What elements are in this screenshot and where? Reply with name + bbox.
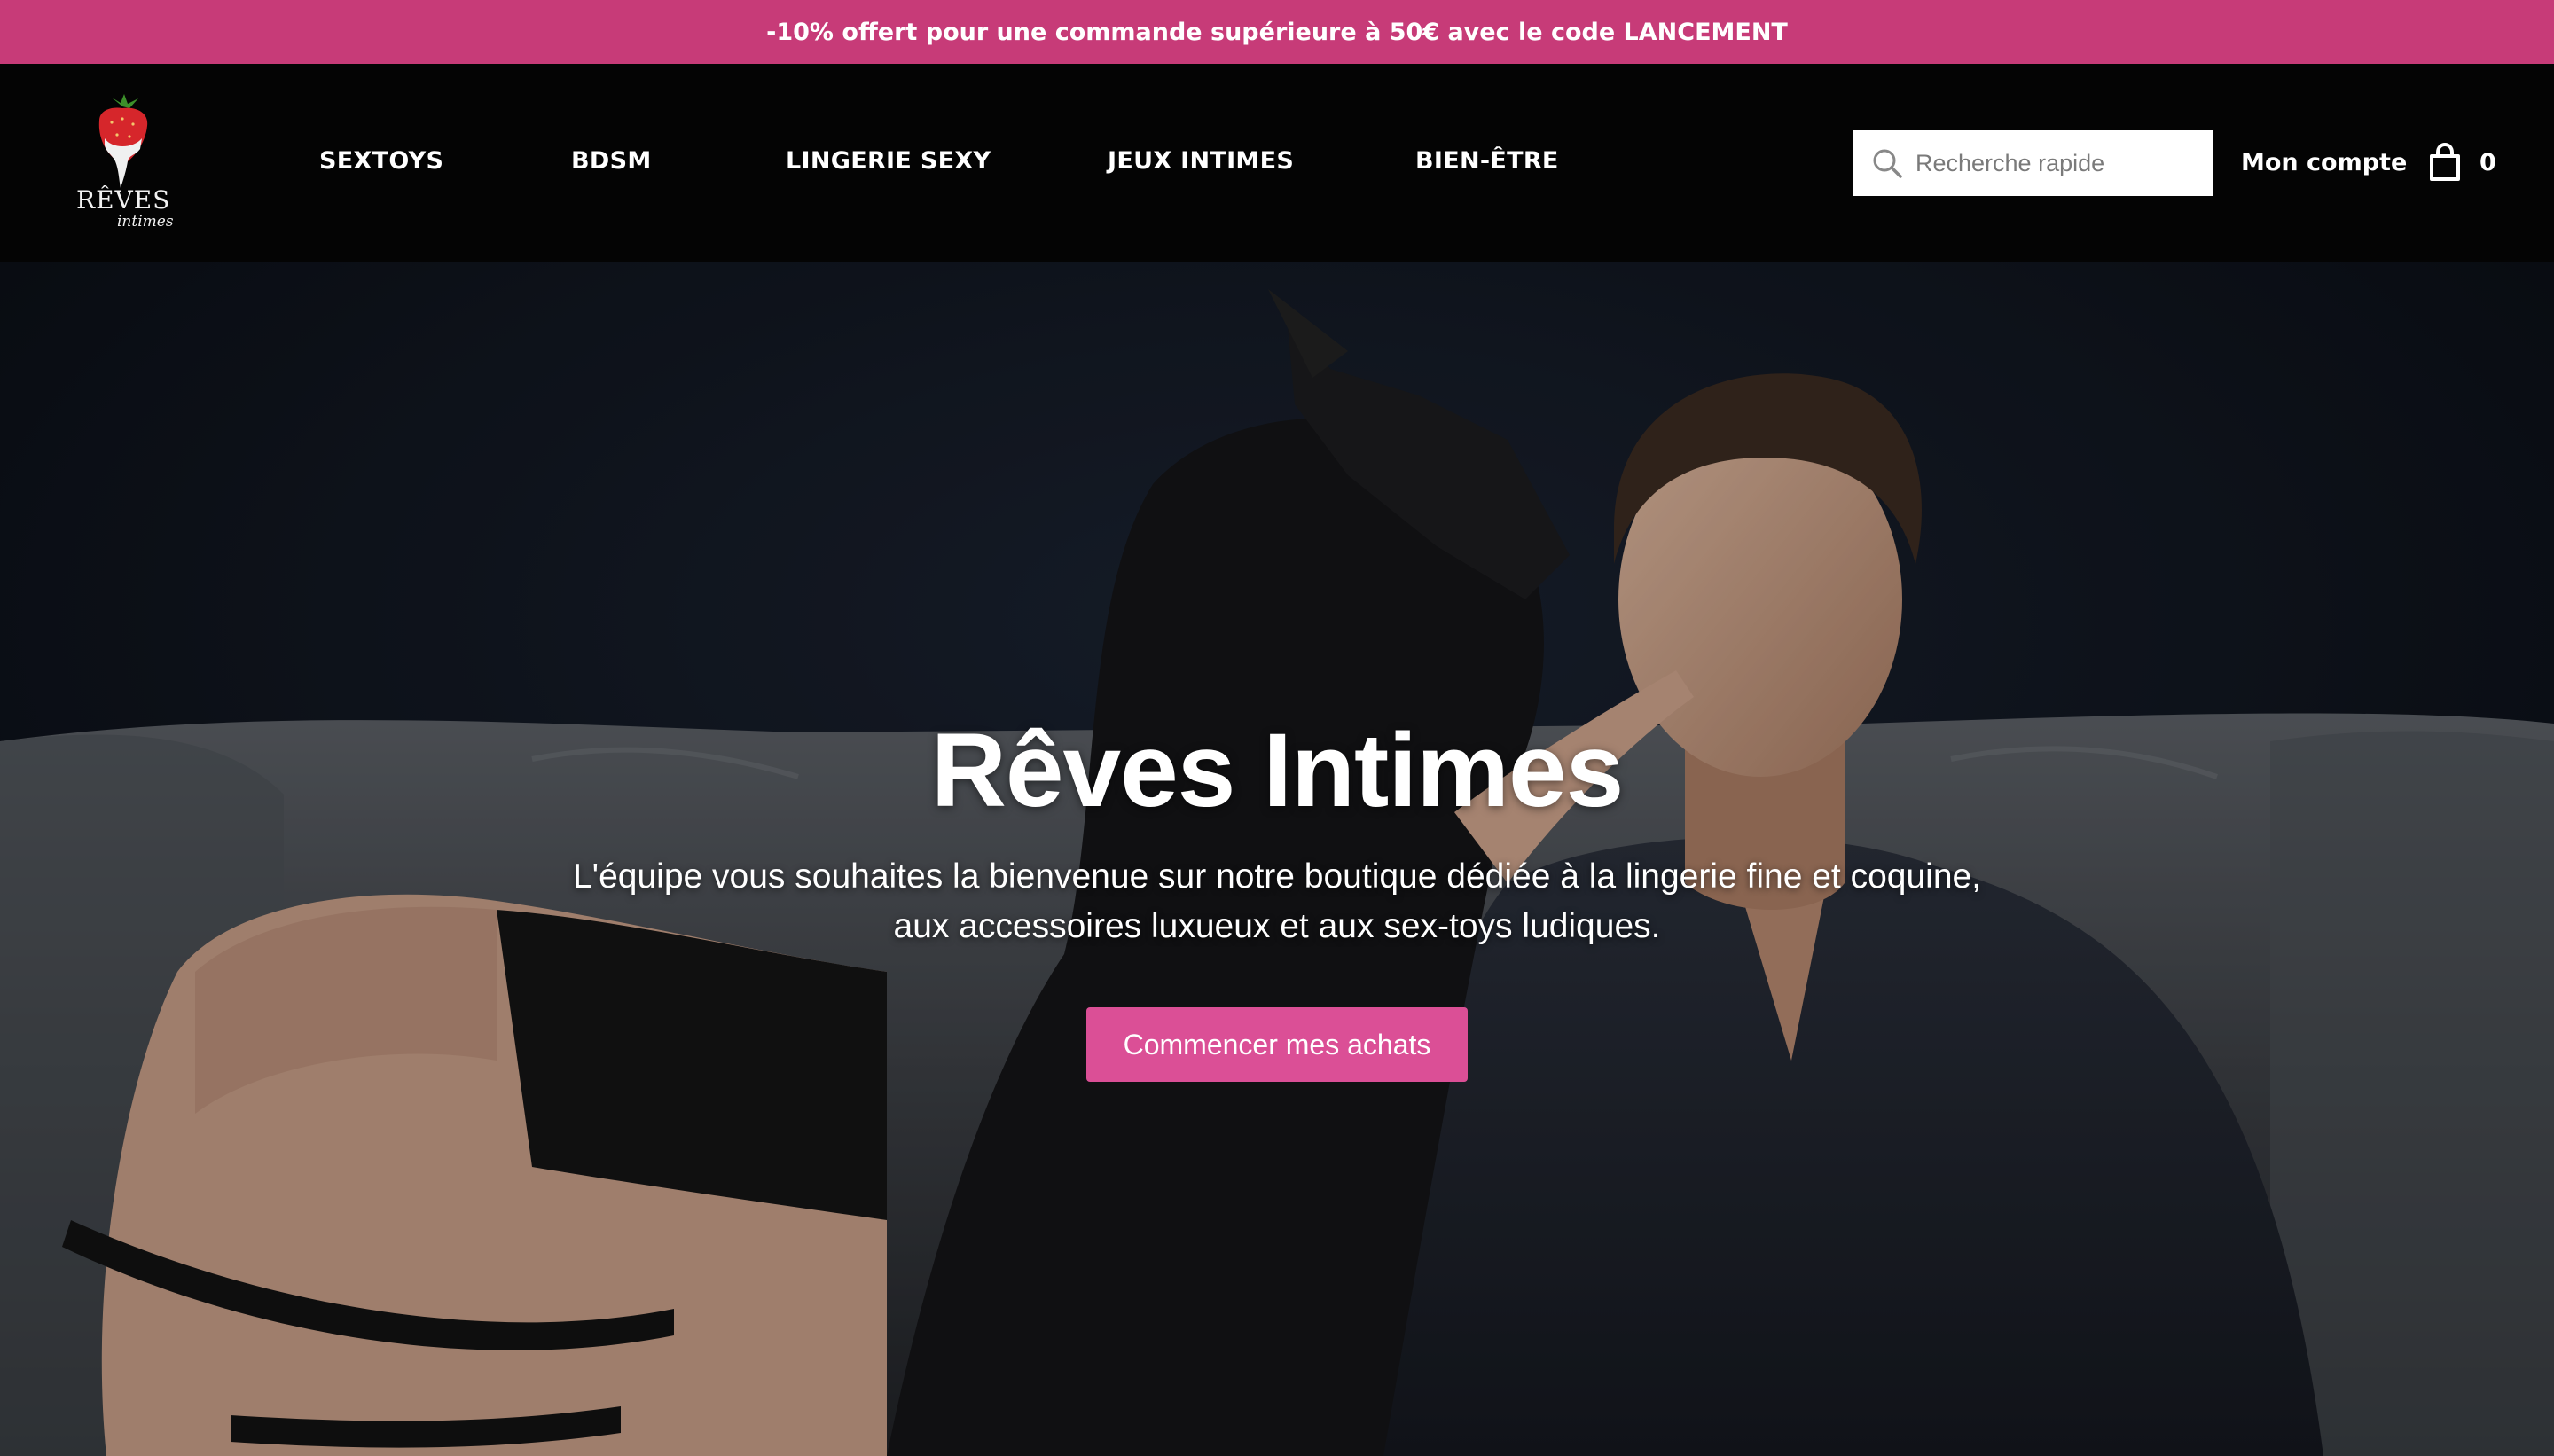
hero-title: Rêves Intimes xyxy=(930,712,1625,829)
nav-item-sextoys[interactable]: SEXTOYS xyxy=(319,147,443,175)
search-icon[interactable] xyxy=(1871,147,1903,179)
account-link[interactable]: Mon compte xyxy=(2241,149,2407,176)
nav-item-bdsm[interactable]: BDSM xyxy=(571,147,652,175)
main-nav: SEXTOYS BDSM LINGERIE SEXY JEUX INTIMES … xyxy=(0,64,1596,262)
nav-item-bien-etre[interactable]: BIEN-ÊTRE xyxy=(1415,147,1559,175)
hero-subtitle: L'équipe vous souhaites la bienvenue sur… xyxy=(572,857,1982,945)
start-shopping-button[interactable]: Commencer mes achats xyxy=(1086,1007,1468,1082)
promo-banner: -10% offert pour une commande supérieure… xyxy=(0,0,2554,64)
nav-item-lingerie-sexy[interactable]: LINGERIE SEXY xyxy=(786,147,991,175)
shopping-bag-icon xyxy=(2430,142,2460,181)
hero-banner: Rêves Intimes L'équipe vous souhaites la… xyxy=(0,262,2554,1456)
nav-item-jeux-intimes[interactable]: JEUX INTIMES xyxy=(1108,147,1294,175)
site-header: RÊVES intimes SEXTOYS BDSM LINGERIE SEXY… xyxy=(0,64,2554,262)
cart-count: 0 xyxy=(2480,148,2496,176)
promo-text: -10% offert pour une commande supérieure… xyxy=(766,18,1788,46)
cart-button[interactable]: 0 xyxy=(2426,142,2496,183)
search-input[interactable] xyxy=(1916,149,2199,177)
search-box xyxy=(1853,130,2213,196)
